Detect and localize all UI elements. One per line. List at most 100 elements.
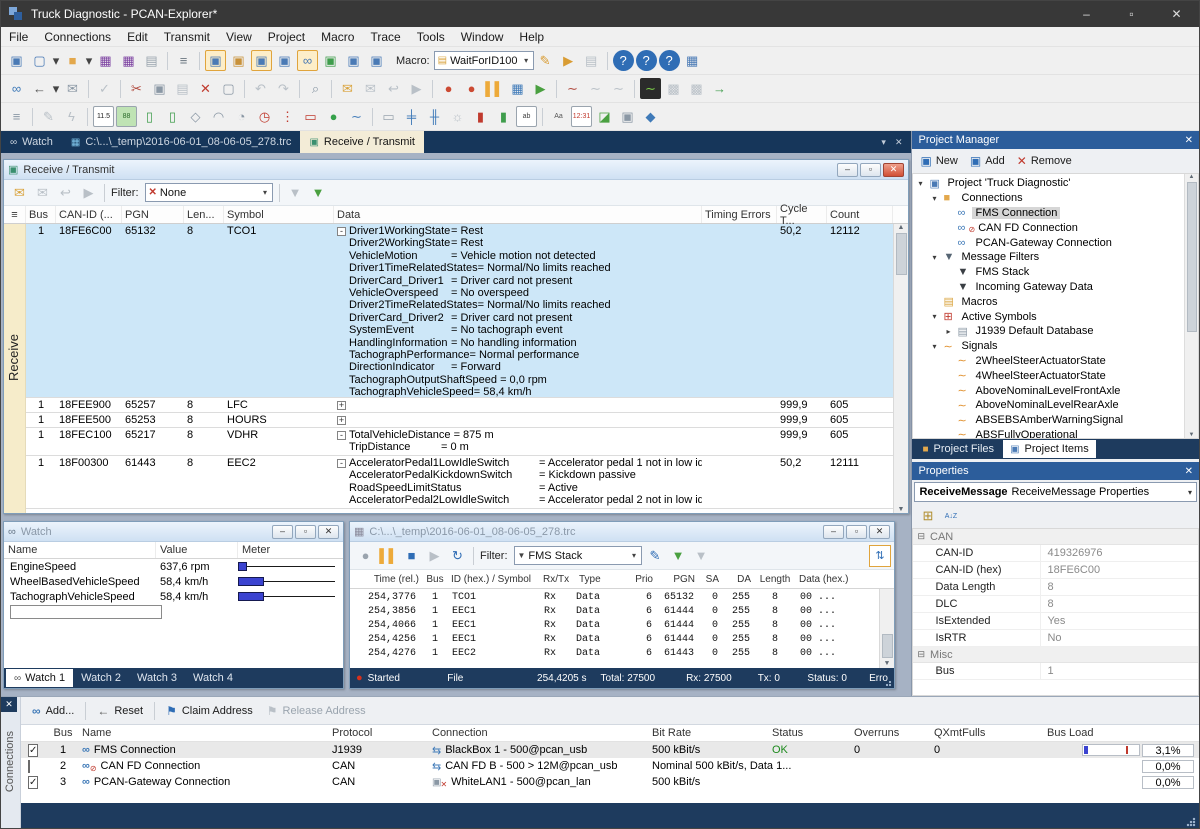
- remove-button[interactable]: ✕Remove: [1017, 154, 1072, 168]
- collapse-icon[interactable]: ⊟: [917, 531, 925, 542]
- export-trace-icon[interactable]: →: [709, 78, 730, 99]
- close-icon[interactable]: ✕: [1185, 466, 1193, 477]
- plotter-disabled2-icon[interactable]: ▩: [686, 78, 707, 99]
- scroll-down-icon[interactable]: ▼: [885, 660, 889, 668]
- progress-bar-icon[interactable]: ▯: [139, 106, 160, 127]
- save-all-icon[interactable]: ▦: [118, 50, 139, 71]
- column-header-rxtx[interactable]: Rx/Tx: [540, 574, 576, 585]
- categorized-icon[interactable]: ⊞: [917, 506, 938, 527]
- macro-combobox[interactable]: ▤ WaitForID100 ▾: [434, 51, 534, 70]
- column-header-symbol[interactable]: Symbol: [224, 206, 334, 223]
- close-icon[interactable]: ✕: [883, 163, 904, 177]
- dropdown-arrow-icon[interactable]: ▾: [1188, 488, 1192, 497]
- scrollbar-thumb[interactable]: [896, 233, 907, 275]
- column-header-bus[interactable]: Bus: [26, 206, 56, 223]
- find-icon[interactable]: ⌕: [305, 78, 326, 99]
- new-file-dropdown-icon[interactable]: ▾: [52, 50, 60, 71]
- brightness-icon[interactable]: ☼: [447, 106, 468, 127]
- release-address-button[interactable]: ⚑Release Address: [260, 702, 373, 720]
- alphabetical-sort-icon[interactable]: A↓Z: [940, 506, 961, 527]
- dropdown-arrow-icon[interactable]: ▾: [520, 56, 533, 65]
- textbox-icon[interactable]: ab: [516, 106, 537, 127]
- play-icon[interactable]: ▶: [530, 78, 551, 99]
- trace-filter-combobox[interactable]: ▼ FMS Stack ▾: [514, 546, 642, 565]
- send-timed-message-icon[interactable]: ✉: [62, 78, 83, 99]
- close-icon[interactable]: ✕: [1154, 1, 1199, 27]
- tab-watch-3[interactable]: Watch 3: [129, 669, 185, 687]
- table-row[interactable]: 254,37761TCO1RxData6651320255800 ...: [350, 590, 879, 604]
- property-row[interactable]: IsExtendedYes: [913, 613, 1198, 630]
- table-row[interactable]: ✓ 1 ∞FMS Connection J1939 ⇆BlackBox 1 - …: [21, 742, 1199, 758]
- pause-icon[interactable]: ▌▌: [484, 78, 505, 99]
- table-row[interactable]: 1 18FEE500 65253 8 HOURS + 999,9 605: [26, 413, 893, 428]
- close-icon[interactable]: ✕: [1185, 135, 1193, 146]
- new-button[interactable]: ▣New: [920, 154, 957, 168]
- table-row[interactable]: 1 18F00300 61443 8 EEC2 -AcceleratorPeda…: [26, 456, 893, 509]
- restart-icon[interactable]: ↻: [447, 545, 468, 566]
- tree-item-macros[interactable]: ▤Macros: [913, 294, 1198, 309]
- column-header-bitrate[interactable]: Bit Rate: [649, 727, 769, 739]
- filter-add-icon[interactable]: ▼: [308, 182, 329, 203]
- edit-message-icon[interactable]: ✉: [360, 78, 381, 99]
- open-file-dropdown-icon[interactable]: ▾: [85, 50, 93, 71]
- reset-button[interactable]: ←Reset: [90, 702, 150, 720]
- macro-record-icon[interactable]: ▤: [581, 50, 602, 71]
- menu-view[interactable]: View: [218, 27, 260, 46]
- scroll-down-icon[interactable]: ▼: [1189, 432, 1195, 438]
- column-header-name[interactable]: Name: [4, 542, 156, 558]
- stop-icon[interactable]: ■: [401, 545, 422, 566]
- tree-item-signal[interactable]: ∼AboveNominalLevelRearAxle: [913, 398, 1198, 413]
- table-row[interactable]: 2 ∞⊘CAN FD Connection CAN ⇆CAN FD B - 50…: [21, 758, 1199, 774]
- disconnect-icon[interactable]: ←: [29, 78, 50, 99]
- gauge-round2-icon[interactable]: ◷: [254, 106, 275, 127]
- table-row[interactable]: EngineSpeed 637,6 rpm: [4, 559, 343, 574]
- menu-window[interactable]: Window: [453, 27, 512, 46]
- menu-transmit[interactable]: Transmit: [156, 27, 218, 46]
- resize-grip[interactable]: [1186, 817, 1196, 827]
- edit-message-icon[interactable]: ✉: [32, 182, 53, 203]
- table-row[interactable]: TachographVehicleSpeed 58,4 km/h: [4, 589, 343, 604]
- column-header-bus[interactable]: Bus: [47, 727, 79, 739]
- column-header-cycle-time[interactable]: Cycle T...: [777, 206, 827, 223]
- column-header-prio[interactable]: Prio: [626, 574, 656, 585]
- column-header-status[interactable]: Status: [769, 727, 851, 739]
- checkbox[interactable]: [28, 760, 30, 773]
- record-add-icon[interactable]: ●: [438, 78, 459, 99]
- tab-receive-transmit[interactable]: ▣ Receive / Transmit: [300, 131, 424, 153]
- column-header-bus[interactable]: Bus: [422, 574, 448, 585]
- column-header-id-symbol[interactable]: ID (hex.) / Symbol: [448, 574, 540, 585]
- tree-item-message-filters[interactable]: ▾▼Message Filters: [913, 250, 1198, 265]
- scroll-down-icon[interactable]: ▼: [898, 506, 905, 513]
- tab-watch-2[interactable]: Watch 2: [73, 669, 129, 687]
- numeric-display-icon[interactable]: 11.5: [93, 106, 114, 127]
- resize-grip[interactable]: [885, 679, 893, 687]
- table-row[interactable]: 254,38561EEC1RxData6614440255800 ...: [350, 604, 879, 618]
- tree-item-signal[interactable]: ∼2WheelSteerActuatorState: [913, 354, 1198, 369]
- dropdown-arrow-icon[interactable]: ▾: [628, 551, 641, 560]
- gauge-round-icon[interactable]: ◔: [231, 106, 252, 127]
- collapse-icon[interactable]: -: [337, 459, 346, 468]
- tree-item-signal[interactable]: ∼4WheelSteerActuatorState: [913, 368, 1198, 383]
- page-setup-icon[interactable]: ▣: [6, 50, 27, 71]
- property-row[interactable]: Bus1: [913, 663, 1198, 680]
- window-receive-transmit-icon[interactable]: ▣: [205, 50, 226, 71]
- column-header-canid[interactable]: CAN-ID (...: [56, 206, 122, 223]
- tree-item-signal[interactable]: ∼ABSEBSAmberWarningSignal: [913, 413, 1198, 428]
- minimize-icon[interactable]: –: [1064, 1, 1109, 27]
- add-button[interactable]: ▣Add: [970, 154, 1005, 168]
- collapse-icon[interactable]: ⊟: [917, 649, 925, 660]
- tree-item-signal[interactable]: ∼ABSFullyOperational: [913, 428, 1198, 439]
- line-chart-icon[interactable]: ∼: [562, 78, 583, 99]
- property-row[interactable]: CAN-ID (hex)18FE6C00: [913, 562, 1198, 579]
- save-icon[interactable]: ▦: [95, 50, 116, 71]
- properties-object-selector[interactable]: ReceiveMessage ReceiveMessage Properties…: [914, 482, 1197, 502]
- new-message-icon[interactable]: ✉: [9, 182, 30, 203]
- window-symbols-icon[interactable]: ▣: [320, 50, 341, 71]
- section-misc[interactable]: ⊟Misc: [913, 647, 1198, 663]
- open-file-icon[interactable]: ■: [62, 50, 83, 71]
- property-row[interactable]: Data Length8: [913, 579, 1198, 596]
- menu-macro[interactable]: Macro: [313, 27, 362, 46]
- restore-icon[interactable]: ▫: [295, 525, 316, 539]
- delete-message-icon[interactable]: ↩: [55, 182, 76, 203]
- column-header-len[interactable]: Len...: [184, 206, 224, 223]
